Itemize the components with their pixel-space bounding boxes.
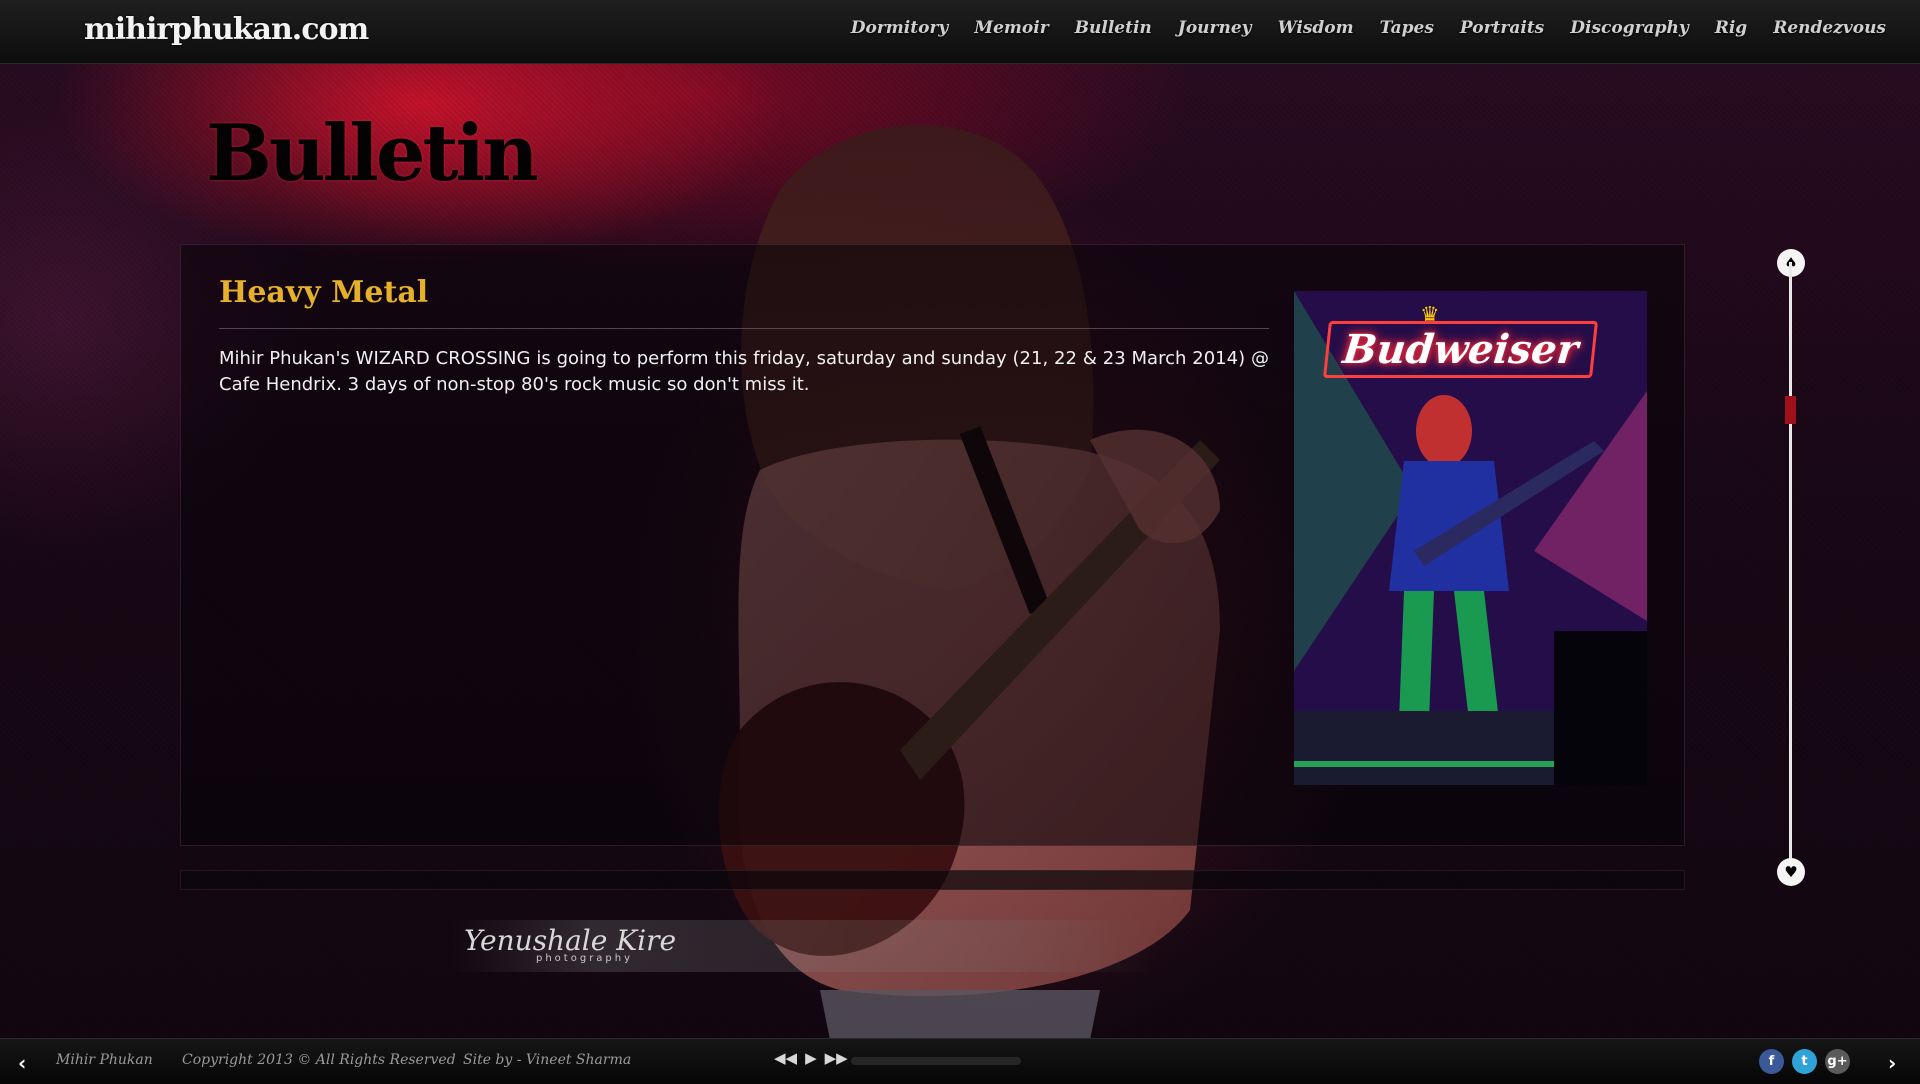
fast-forward-icon[interactable]: ▶▶: [825, 1049, 848, 1067]
nav-wisdom[interactable]: Wisdom: [1278, 18, 1354, 38]
play-icon[interactable]: ▶: [805, 1049, 817, 1067]
footer-copyright: Copyright 2013 © All Rights Reserved: [182, 1052, 456, 1068]
neon-sign: Budweiser: [1323, 321, 1598, 378]
google-plus-icon[interactable]: g+: [1825, 1049, 1850, 1074]
twitter-icon[interactable]: t: [1792, 1049, 1817, 1074]
bulletin-post-panel: Heavy Metal Mihir Phukan's WIZARD CROSSI…: [180, 244, 1685, 846]
next-post-strip: [180, 870, 1685, 890]
rewind-icon[interactable]: ◀◀: [774, 1049, 797, 1067]
footer-bar: ‹ Mihir Phukan Copyright 2013 © All Righ…: [0, 1038, 1920, 1084]
nav-discography[interactable]: Discography: [1570, 18, 1688, 38]
photographer-watermark: Yenushale Kire photography: [452, 920, 1157, 972]
prev-arrow-icon[interactable]: ‹: [18, 1051, 26, 1075]
page-title: Bulletin: [206, 108, 539, 199]
post-body: Mihir Phukan's WIZARD CROSSING is going …: [219, 348, 1269, 395]
facebook-icon[interactable]: f: [1759, 1049, 1784, 1074]
nav-dormitory[interactable]: Dormitory: [851, 18, 949, 38]
social-links: f t g+: [1759, 1049, 1850, 1074]
scroll-track[interactable]: [1789, 262, 1792, 872]
nav-bulletin[interactable]: Bulletin: [1075, 18, 1152, 38]
next-arrow-icon[interactable]: ›: [1888, 1051, 1896, 1075]
player-progress-bar[interactable]: [851, 1057, 1021, 1065]
site-title[interactable]: mihirphukan.com: [84, 12, 369, 47]
nav-tapes[interactable]: Tapes: [1380, 18, 1434, 38]
top-navigation-bar: mihirphukan.com Dormitory Memoir Bulleti…: [0, 0, 1920, 64]
scroll-down-button[interactable]: ♥: [1777, 858, 1805, 886]
nav-portraits[interactable]: Portraits: [1460, 18, 1544, 38]
watermark-subtitle: photography: [536, 953, 634, 964]
nav-rendezvous[interactable]: Rendezvous: [1773, 18, 1886, 38]
post-divider: [219, 328, 1269, 329]
post-photo[interactable]: ♛ Budweiser: [1294, 291, 1647, 785]
post-title: Heavy Metal: [219, 275, 429, 310]
scroll-thumb[interactable]: [1785, 395, 1796, 424]
heart-down-icon: ♥: [1784, 863, 1798, 881]
nav-rig[interactable]: Rig: [1715, 18, 1747, 38]
main-nav: Dormitory Memoir Bulletin Journey Wisdom…: [851, 18, 1886, 38]
footer-name[interactable]: Mihir Phukan: [56, 1052, 153, 1068]
nav-journey[interactable]: Journey: [1178, 18, 1252, 38]
nav-memoir[interactable]: Memoir: [974, 18, 1048, 38]
music-player: ◀◀ ▶ ▶▶: [774, 1049, 848, 1067]
footer-credit[interactable]: Site by - Vineet Sharma: [463, 1052, 631, 1068]
